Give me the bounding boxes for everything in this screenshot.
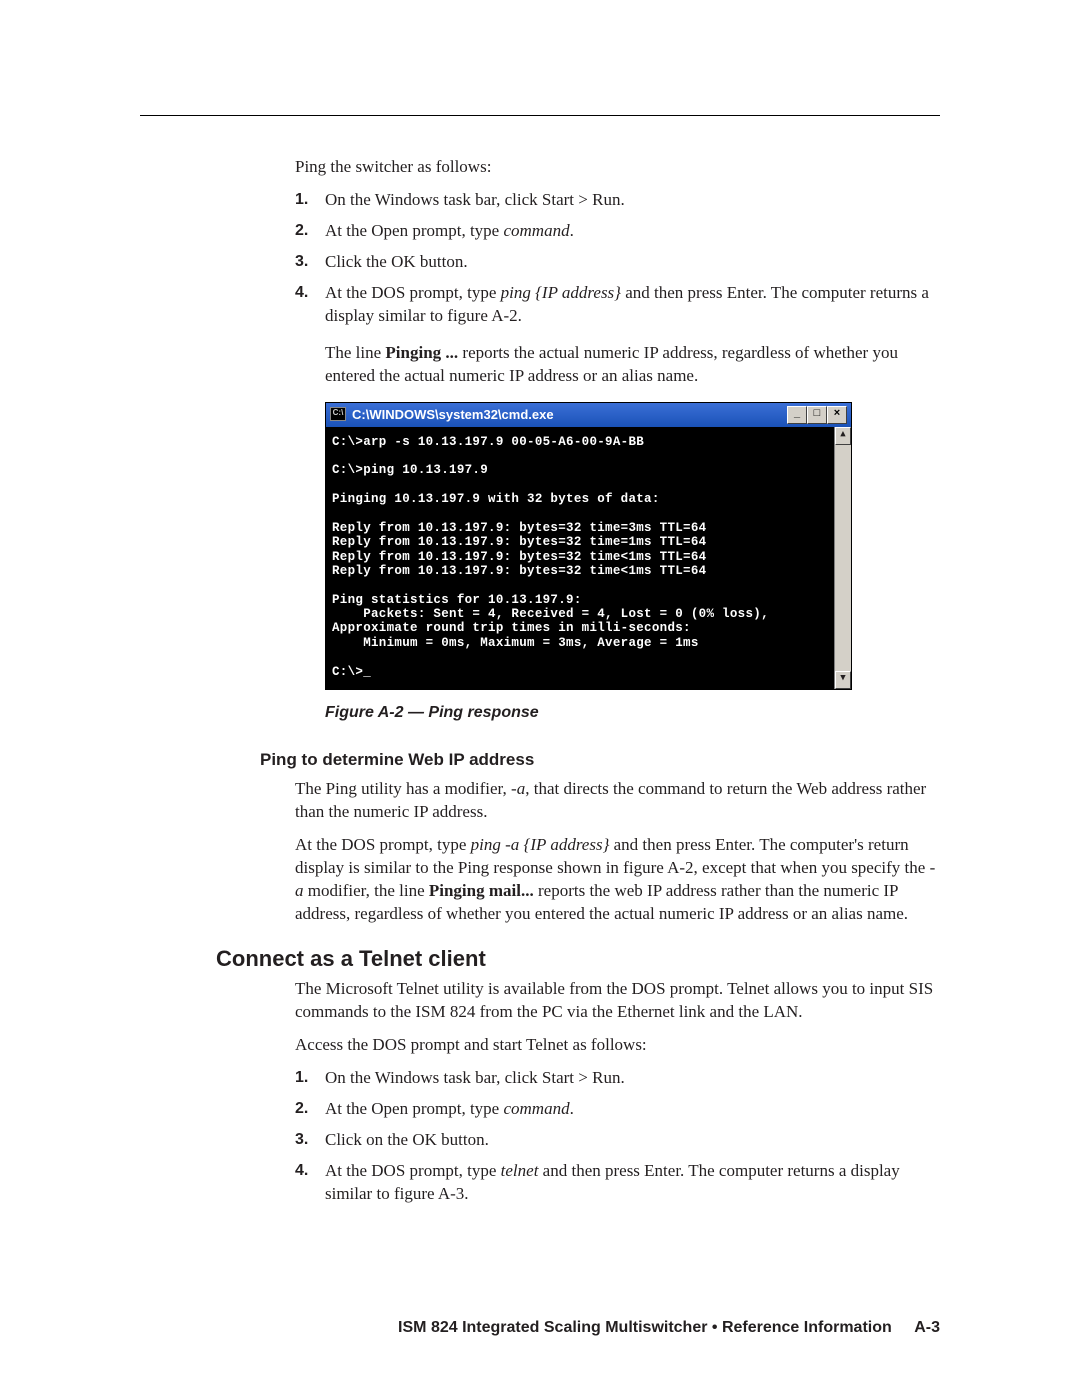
cmd-window: C:\ C:\WINDOWS\system32\cmd.exe _ □ × C:… (325, 402, 852, 690)
close-button[interactable]: × (827, 406, 847, 424)
cmd-output: C:\>arp -s 10.13.197.9 00-05-A6-00-9A-BB… (326, 427, 834, 689)
text: At the DOS prompt, type (295, 835, 471, 854)
step-number: 2. (295, 220, 325, 243)
command-text: ping -a {IP address} (471, 835, 610, 854)
text: modifier, the line (304, 881, 429, 900)
text: The line (325, 343, 385, 362)
text: At the Open prompt, type (325, 1099, 503, 1118)
step-text: At the DOS prompt, type telnet and then … (325, 1160, 940, 1206)
step-number: 2. (295, 1098, 325, 1121)
modifier-text: -a (511, 779, 525, 798)
intro-text: Ping the switcher as follows: (295, 156, 940, 179)
top-rule (140, 115, 940, 116)
text: The Ping utility has a modifier, (295, 779, 511, 798)
bold-text: Pinging mail... (429, 881, 534, 900)
steps-list-1: 1. On the Windows task bar, click Start … (295, 189, 940, 328)
step-text: Click the OK button. (325, 251, 940, 274)
step-number: 4. (295, 1160, 325, 1206)
text: At the DOS prompt, type (325, 283, 501, 302)
section-heading: Connect as a Telnet client (216, 946, 940, 972)
step-number: 3. (295, 1129, 325, 1152)
minimize-button[interactable]: _ (787, 406, 807, 424)
list-item: 4. At the DOS prompt, type ping {IP addr… (295, 282, 940, 328)
step-text: Click on the OK button. (325, 1129, 940, 1152)
command-text: command (503, 221, 569, 240)
step-text: On the Windows task bar, click Start > R… (325, 1067, 940, 1090)
page-footer: ISM 824 Integrated Scaling Multiswitcher… (398, 1319, 940, 1337)
list-item: 2. At the Open prompt, type command. (295, 1098, 940, 1121)
step-number: 3. (295, 251, 325, 274)
paragraph: The Ping utility has a modifier, -a, tha… (295, 778, 940, 824)
cmd-title-left: C:\ C:\WINDOWS\system32\cmd.exe (330, 406, 554, 424)
list-item: 1. On the Windows task bar, click Start … (295, 1067, 940, 1090)
command-text: ping {IP address} (501, 283, 621, 302)
page-number: A-3 (914, 1319, 940, 1336)
cmd-title-text: C:\WINDOWS\system32\cmd.exe (352, 406, 554, 424)
paragraph: The Microsoft Telnet utility is availabl… (295, 978, 940, 1024)
maximize-button[interactable]: □ (807, 406, 827, 424)
list-item: 3. Click the OK button. (295, 251, 940, 274)
sub-paragraph: The line Pinging ... reports the actual … (325, 342, 940, 388)
step-text: On the Windows task bar, click Start > R… (325, 189, 940, 212)
cmd-body-wrap: C:\>arp -s 10.13.197.9 00-05-A6-00-9A-BB… (326, 427, 851, 689)
bold-text: Pinging ... (385, 343, 458, 362)
step-text: At the Open prompt, type command. (325, 220, 940, 243)
scroll-down-button[interactable]: ▼ (835, 671, 851, 689)
body-column-2: The Microsoft Telnet utility is availabl… (295, 978, 940, 1206)
step-number: 4. (295, 282, 325, 328)
step-text: At the Open prompt, type command. (325, 1098, 940, 1121)
list-item: 2. At the Open prompt, type command. (295, 220, 940, 243)
text: . (570, 221, 574, 240)
text: At the DOS prompt, type (325, 1161, 501, 1180)
scrollbar[interactable]: ▲ ▼ (834, 427, 851, 689)
subheading: Ping to determine Web IP address (260, 749, 940, 772)
step-number: 1. (295, 1067, 325, 1090)
body-column: Ping the switcher as follows: 1. On the … (295, 156, 940, 926)
page: Ping the switcher as follows: 1. On the … (0, 0, 1080, 1397)
footer-title: ISM 824 Integrated Scaling Multiswitcher… (398, 1319, 892, 1336)
paragraph: Access the DOS prompt and start Telnet a… (295, 1034, 940, 1057)
step-text: At the DOS prompt, type ping {IP address… (325, 282, 940, 328)
text: . (570, 1099, 574, 1118)
cmd-titlebar: C:\ C:\WINDOWS\system32\cmd.exe _ □ × (326, 403, 851, 427)
list-item: 1. On the Windows task bar, click Start … (295, 189, 940, 212)
text: At the Open prompt, type (325, 221, 503, 240)
command-text: telnet (501, 1161, 539, 1180)
list-item: 4. At the DOS prompt, type telnet and th… (295, 1160, 940, 1206)
scroll-up-button[interactable]: ▲ (835, 427, 851, 445)
list-item: 3. Click on the OK button. (295, 1129, 940, 1152)
command-text: command (503, 1099, 569, 1118)
cmd-icon: C:\ (330, 407, 346, 421)
figure-caption: Figure A-2 — Ping response (325, 702, 940, 724)
steps-list-2: 1. On the Windows task bar, click Start … (295, 1067, 940, 1206)
paragraph: At the DOS prompt, type ping -a {IP addr… (295, 834, 940, 926)
step-number: 1. (295, 189, 325, 212)
window-buttons: _ □ × (787, 406, 847, 424)
